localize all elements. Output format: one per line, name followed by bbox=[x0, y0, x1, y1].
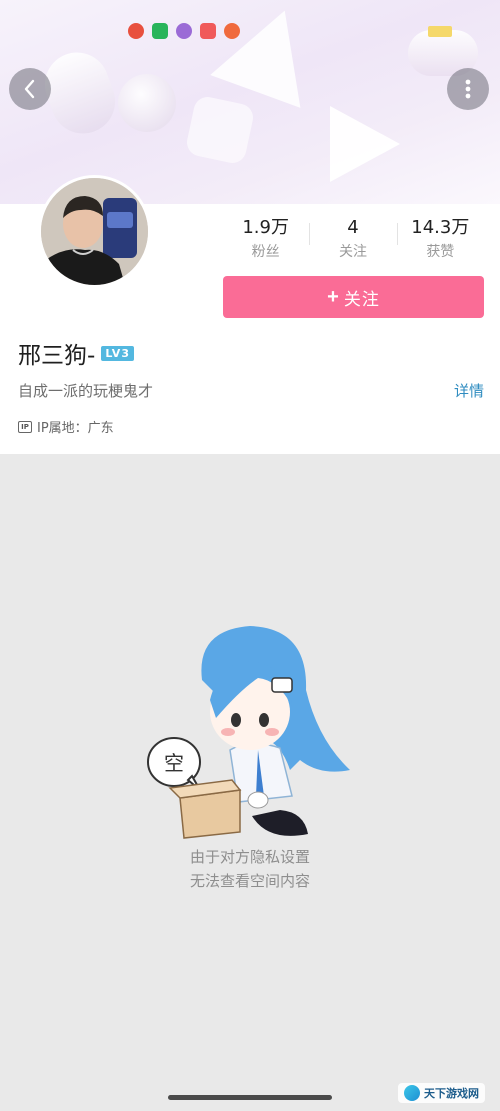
banner-shape bbox=[210, 0, 330, 108]
red-play-icon bbox=[128, 23, 144, 39]
details-link[interactable]: 详情 bbox=[454, 380, 484, 401]
empty-state-illustration: 空 bbox=[147, 626, 350, 839]
stat-label: 关注 bbox=[338, 244, 367, 260]
banner-shape bbox=[184, 94, 256, 166]
banner-shape bbox=[330, 106, 400, 182]
more-button[interactable] bbox=[447, 68, 489, 110]
watermark-logo-icon bbox=[404, 1085, 420, 1101]
stat-likes[interactable]: 14.3万 获赞 bbox=[396, 215, 484, 267]
ip-location-row: IP IP属地：广东 bbox=[18, 417, 114, 436]
stat-label: 获赞 bbox=[426, 244, 455, 260]
stat-label: 粉丝 bbox=[251, 244, 280, 260]
stat-value: 1.9万 bbox=[242, 217, 289, 238]
watermark: 天下游戏网 bbox=[398, 1083, 485, 1103]
purple-app-icon bbox=[176, 23, 192, 39]
ip-icon: IP bbox=[18, 420, 32, 433]
bio-text: 自成一派的玩梗鬼才 bbox=[18, 382, 154, 400]
level-badge: LV3 bbox=[101, 345, 134, 361]
stat-value: 4 bbox=[347, 217, 359, 238]
watermark-text: 天下游戏网 bbox=[424, 1087, 479, 1100]
profile-stats: 1.9万 粉丝 4 关注 14.3万 获赞 bbox=[222, 215, 484, 267]
empty-badge-text: 空 bbox=[164, 751, 184, 775]
avatar[interactable] bbox=[38, 175, 151, 288]
stat-value: 14.3万 bbox=[411, 217, 470, 238]
ip-location: IP属地：广东 bbox=[37, 421, 114, 436]
banner-shape bbox=[118, 74, 176, 132]
green-bag-icon bbox=[152, 23, 168, 39]
empty-state-line: 无法查看空间内容 bbox=[189, 872, 310, 890]
battery-icon bbox=[428, 26, 452, 37]
username-row: 邢三狗- LV3 bbox=[18, 336, 134, 370]
status-bar-icons bbox=[128, 23, 240, 39]
chevron-left-icon bbox=[24, 79, 35, 99]
back-button[interactable] bbox=[9, 68, 51, 110]
empty-state-message: 由于对方隐私设置 无法查看空间内容 bbox=[0, 845, 500, 893]
search-icon bbox=[224, 23, 240, 39]
home-indicator[interactable] bbox=[168, 1095, 332, 1100]
empty-state-line: 由于对方隐私设置 bbox=[189, 848, 310, 866]
vertical-dots-icon bbox=[465, 79, 471, 99]
follow-button[interactable]: + 关注 bbox=[223, 276, 484, 318]
profile-banner bbox=[0, 0, 500, 204]
bio-row: 自成一派的玩梗鬼才 详情 bbox=[18, 380, 484, 401]
plus-icon: + bbox=[327, 285, 340, 308]
username: 邢三狗- bbox=[18, 343, 96, 369]
stat-fans[interactable]: 1.9万 粉丝 bbox=[222, 215, 309, 267]
stat-following[interactable]: 4 关注 bbox=[309, 215, 396, 267]
follow-button-label: 关注 bbox=[343, 289, 380, 309]
music-icon bbox=[200, 23, 216, 39]
